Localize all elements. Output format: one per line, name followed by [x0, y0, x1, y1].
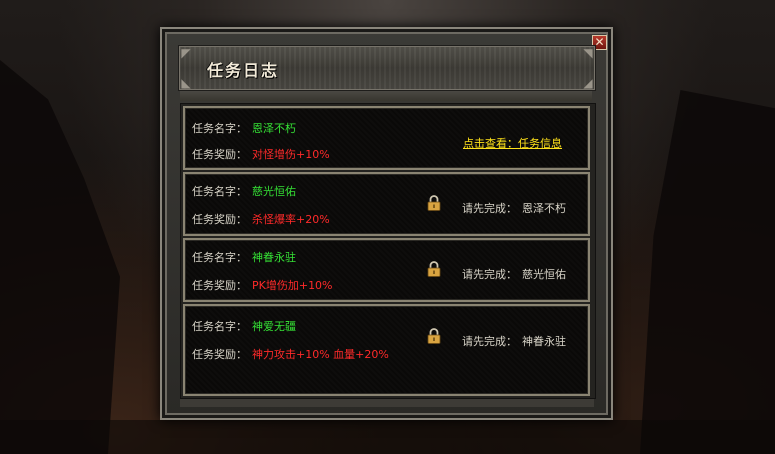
- lock-icon: [427, 261, 441, 277]
- task-name: 神眷永驻: [252, 251, 296, 264]
- task-reward-label: 任务奖励：: [192, 148, 247, 161]
- background-ruins-left: [0, 60, 120, 454]
- task-name-label: 任务名字：: [192, 185, 247, 198]
- task-row: 任务名字： 恩泽不朽 任务奖励： 对怪增伤+10% 点击查看：任务信息: [183, 106, 590, 170]
- prerequisite-label: 请先完成：: [462, 335, 517, 348]
- prerequisite-task: 恩泽不朽: [522, 202, 566, 215]
- task-reward-label: 任务奖励：: [192, 279, 247, 292]
- prerequisite-label: 请先完成：: [462, 268, 517, 281]
- task-reward-label: 任务奖励：: [192, 348, 247, 361]
- task-name-label: 任务名字：: [192, 320, 247, 333]
- prerequisite-task: 慈光恒佑: [522, 268, 566, 281]
- task-row: 任务名字： 神爱无疆 任务奖励： 神力攻击+10% 血量+20% 请先完成： 神…: [183, 304, 590, 396]
- title-bar: ◤ ◥ ◣ ◢ 任务日志: [178, 45, 596, 91]
- view-task-info-link[interactable]: 点击查看：任务信息: [463, 135, 562, 151]
- task-log-window: ✕ ◤ ◥ ◣ ◢ 任务日志 任务名字： 恩泽不朽 任务奖励： 对怪增伤+10%…: [160, 27, 613, 420]
- task-name-label: 任务名字：: [192, 122, 247, 135]
- task-name-label: 任务名字：: [192, 251, 247, 264]
- lock-icon: [427, 328, 441, 344]
- bottom-divider: [180, 399, 594, 407]
- corner-ornament-icon: ◤: [181, 46, 191, 60]
- task-list: 任务名字： 恩泽不朽 任务奖励： 对怪增伤+10% 点击查看：任务信息 任务名字…: [180, 103, 596, 399]
- corner-ornament-icon: ◢: [583, 76, 593, 90]
- divider: [180, 91, 592, 101]
- corner-ornament-icon: ◥: [583, 46, 593, 60]
- prerequisite-task: 神眷永驻: [522, 335, 566, 348]
- prerequisite-label: 请先完成：: [462, 202, 517, 215]
- task-reward: PK增伤加+10%: [252, 279, 333, 292]
- window-title: 任务日志: [207, 61, 280, 80]
- task-name: 恩泽不朽: [252, 122, 296, 135]
- background-ground: [0, 420, 775, 454]
- task-reward-label: 任务奖励：: [192, 213, 247, 226]
- background-ruins-right: [640, 90, 775, 454]
- task-name: 神爱无疆: [252, 320, 296, 333]
- task-row: 任务名字： 神眷永驻 任务奖励： PK增伤加+10% 请先完成： 慈光恒佑: [183, 238, 590, 302]
- task-reward: 杀怪爆率+20%: [252, 213, 330, 226]
- corner-ornament-icon: ◣: [181, 76, 191, 90]
- task-row: 任务名字： 慈光恒佑 任务奖励： 杀怪爆率+20% 请先完成： 恩泽不朽: [183, 172, 590, 236]
- task-reward: 对怪增伤+10%: [252, 148, 330, 161]
- lock-icon: [427, 195, 441, 211]
- task-reward: 神力攻击+10% 血量+20%: [252, 348, 389, 361]
- task-name: 慈光恒佑: [252, 185, 296, 198]
